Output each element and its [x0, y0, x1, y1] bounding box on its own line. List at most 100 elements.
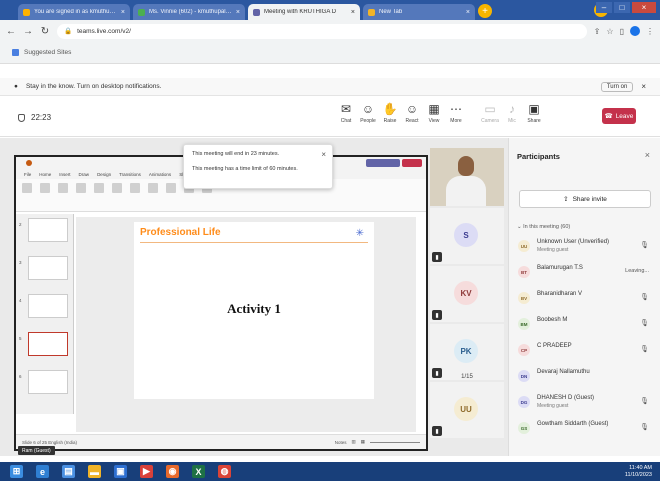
slide-thumbnail[interactable]	[28, 294, 68, 318]
thumb-number: 2	[19, 222, 22, 227]
section-header[interactable]: ⌄ In this meeting (60)	[517, 224, 570, 230]
share-invite-button[interactable]: ⇪ Share invite	[519, 190, 651, 208]
folder-icon[interactable]: ▬	[88, 465, 101, 478]
browser-tab-signed-in[interactable]: You are signed in as kmuthupalani ×	[18, 4, 130, 20]
ppt-menu-item[interactable]: Draw	[79, 172, 90, 177]
notes-button[interactable]: Notes	[335, 440, 347, 445]
forward-icon[interactable]: →	[23, 26, 33, 37]
browser-tab-meeting[interactable]: Meeting with KRUTHIGA D ×	[248, 4, 360, 20]
participant-row[interactable]: CP C PRADEEP 🎙	[509, 338, 660, 364]
url-input[interactable]: 🔒 teams.live.com/v2/	[57, 23, 587, 39]
mic-off-icon: 🎙	[640, 242, 649, 249]
browser-tab-strip: You are signed in as kmuthupalani × Ms. …	[0, 0, 660, 20]
tool-label: More	[450, 118, 462, 124]
ppt-statusbar: Slide 6 of 25 English (India) Notes ▥ ▦	[16, 434, 426, 449]
participant-row[interactable]: DN Devaraj Nallamuthu	[509, 364, 660, 390]
tool-view[interactable]: ▦ View	[423, 102, 445, 124]
close-icon[interactable]: ×	[641, 82, 646, 91]
window-close-icon[interactable]: ×	[632, 2, 656, 13]
tool-share[interactable]: ▣ Share	[523, 102, 545, 124]
participant-tile[interactable]: KV ▮	[430, 266, 504, 322]
leave-button[interactable]: ☎ Leave	[602, 108, 636, 124]
normal-view-icon[interactable]: ▥	[351, 439, 355, 445]
minimize-icon[interactable]: –	[596, 2, 612, 13]
reload-icon[interactable]: ↻	[40, 26, 50, 37]
media-icon[interactable]: ▶	[140, 465, 153, 478]
participant-row[interactable]: BM Boobesh M 🎙	[509, 312, 660, 338]
slide-status: Slide 6 of 25 English (India)	[22, 439, 78, 445]
shared-screen-powerpoint: File Home Insert Draw Design Transitions Anima…	[14, 155, 428, 451]
close-icon[interactable]: ×	[645, 150, 650, 160]
thumb-number: 6	[19, 374, 22, 379]
close-icon[interactable]: ×	[351, 9, 355, 16]
browser-tab-inbox[interactable]: Ms. Vinnie (602) - kmuthupalani@ko... ×	[133, 4, 245, 20]
slide-title: Professional Life	[140, 227, 221, 238]
close-icon[interactable]: ×	[466, 9, 470, 16]
hand-icon: ✋	[382, 102, 398, 116]
zoom-slider[interactable]	[370, 441, 420, 443]
menu-kebab-icon[interactable]: ⋮	[646, 27, 654, 36]
slide-thumbnail[interactable]	[28, 256, 68, 280]
slide-thumbnail[interactable]	[28, 370, 68, 394]
participant-name: Balamurugan T.S	[537, 265, 583, 271]
firefox-icon[interactable]: ◉	[166, 465, 179, 478]
system-tray[interactable]: 11:40 AM 11/10/2023	[625, 465, 652, 479]
start-icon[interactable]: ⊞	[10, 465, 23, 478]
slide-divider	[140, 242, 368, 243]
close-icon[interactable]: ×	[121, 9, 125, 16]
files-icon[interactable]: ▤	[62, 465, 75, 478]
avatar: KV	[454, 281, 478, 305]
ppt-menu-item[interactable]: Animations	[149, 172, 171, 177]
tool-raise[interactable]: ✋ Raise	[379, 102, 401, 124]
browser-tab-new[interactable]: New Tab ×	[363, 4, 475, 20]
participant-tile[interactable]: UU ▮	[430, 382, 504, 438]
info-icon: ●	[14, 83, 18, 90]
sorter-view-icon[interactable]: ▦	[361, 439, 365, 445]
maximize-icon[interactable]: □	[614, 2, 630, 13]
ppt-menu-item[interactable]: File	[24, 172, 31, 177]
ppt-menu-item[interactable]: Home	[39, 172, 51, 177]
ppt-menu-item[interactable]: Insert	[59, 172, 70, 177]
tool-react[interactable]: ☺ React	[401, 102, 423, 124]
bookmark-suggested-sites[interactable]: Suggested Sites	[24, 49, 71, 56]
ppt-menu-item[interactable]: Design	[97, 172, 111, 177]
participant-row[interactable]: BT Balamurugan T.S Leaving...	[509, 260, 660, 286]
tool-chat[interactable]: ✉ Chat	[335, 102, 357, 124]
new-tab-button[interactable]: +	[478, 4, 492, 18]
avatar: S	[454, 223, 478, 247]
store-icon[interactable]: ▣	[114, 465, 127, 478]
participant-tile[interactable]: S ▮	[430, 208, 504, 264]
tool-camera[interactable]: ▭ Camera	[479, 102, 501, 124]
star-icon[interactable]: ☆	[606, 27, 613, 36]
panel-title: Participants	[517, 152, 560, 161]
participant-row[interactable]: UU Unknown User (Unverified) Meeting guest…	[509, 234, 660, 260]
slide-thumbnail-selected[interactable]	[28, 332, 68, 356]
participant-row[interactable]: BV Bharanidharan V 🎙	[509, 286, 660, 312]
back-icon[interactable]: ←	[6, 26, 16, 37]
participant-row[interactable]: DG DHANESH D (Guest) Meeting guest 🎙	[509, 390, 660, 416]
close-icon[interactable]: ×	[321, 150, 326, 159]
profile-icon[interactable]	[630, 26, 640, 36]
tool-people[interactable]: ☺ People	[357, 102, 379, 124]
camera-icon: ▭	[484, 102, 496, 116]
current-slide[interactable]: Professional Life ✳ Activity 1	[134, 222, 374, 399]
tool-label: Raise	[383, 118, 397, 124]
video-pager[interactable]: 1/15	[430, 374, 504, 380]
chrome-icon[interactable]: ◍	[218, 465, 231, 478]
avatar: DG	[518, 396, 530, 408]
tool-mic[interactable]: ♪ Mic	[501, 102, 523, 124]
participant-name: Bharanidharan V	[537, 291, 583, 297]
ppt-menu-item[interactable]: Transitions	[119, 172, 141, 177]
share-page-icon[interactable]: ⇪	[594, 27, 601, 36]
camera-feed[interactable]	[430, 148, 504, 206]
participant-tile[interactable]: PK ▮	[430, 324, 504, 380]
tool-more[interactable]: ⋯ More	[445, 102, 467, 124]
edge-icon[interactable]: e	[36, 465, 49, 478]
slide-thumbnail[interactable]	[28, 218, 68, 242]
excel-icon[interactable]: X	[192, 465, 205, 478]
close-icon[interactable]: ×	[236, 9, 240, 16]
turn-on-button[interactable]: Turn on	[600, 81, 634, 92]
participants-panel: Participants × ⇪ Share invite ⌄ In this …	[508, 138, 660, 456]
sidepanel-icon[interactable]: ▯	[620, 27, 624, 36]
participant-row[interactable]: GS Gowtham Siddarth (Guest) 🎙	[509, 416, 660, 442]
